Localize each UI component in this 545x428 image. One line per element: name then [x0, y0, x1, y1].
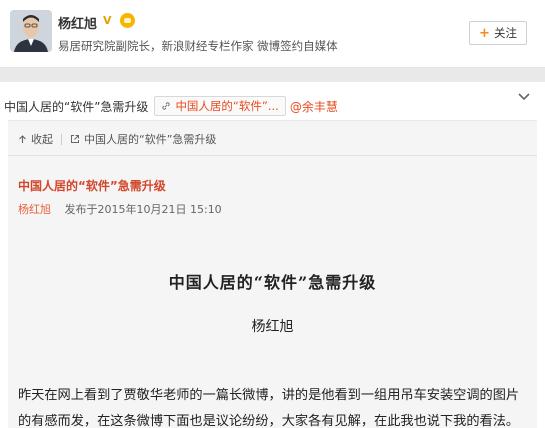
- article-preview: 收起 中国人居的“软件”急需升级 中国人居的“软件”急需升级 杨红旭 发布于20…: [8, 120, 537, 428]
- article-author[interactable]: 杨红旭: [18, 203, 51, 216]
- article-byline: 杨红旭: [251, 319, 294, 335]
- section-separator: [0, 68, 545, 82]
- avatar[interactable]: [10, 10, 52, 52]
- article-title[interactable]: 中国人居的“软件”急需升级: [18, 177, 166, 194]
- profile-name[interactable]: 杨红旭: [58, 13, 97, 32]
- weibo-card: 中国人居的“软件”急需升级 中国人居的“软件”... @余丰慧 收起 中国人居的…: [0, 82, 545, 428]
- article-toolbar: 收起 中国人居的“软件”急需升级: [18, 129, 216, 149]
- follow-button[interactable]: + 关注: [469, 21, 527, 45]
- post-text-line: 中国人居的“软件”急需升级 中国人居的“软件”... @余丰慧: [4, 96, 338, 116]
- toolbar-divider-line: [8, 155, 537, 156]
- profile-header: 杨红旭 V 易居研究院副院长，新浪财经专栏作家 微博签约自媒体 + 关注: [0, 0, 545, 68]
- vip-badge-icon: [120, 13, 135, 28]
- follow-label: 关注: [493, 26, 517, 40]
- chevron-down-icon[interactable]: [517, 88, 531, 102]
- article-meta: 杨红旭 发布于2015年10月21日 15:10: [18, 201, 222, 217]
- plus-icon: +: [479, 25, 490, 41]
- post-text: 中国人居的“软件”急需升级: [4, 99, 149, 114]
- article-published-date: 发布于2015年10月21日 15:10: [64, 203, 222, 216]
- article-heading: 中国人居的“软件”急需升级: [168, 273, 377, 292]
- link-chip-label: 中国人居的“软件”...: [175, 99, 279, 113]
- collapse-button[interactable]: 收起: [31, 131, 53, 147]
- toolbar-divider: [61, 133, 62, 145]
- article-body: 昨天在网上看到了贾敬华老师的一篇长微博，讲的是他看到一组用吊车安装空调的图片的有…: [18, 388, 520, 428]
- collapse-icon: [19, 134, 26, 143]
- profile-description: 易居研究院副院长，新浪财经专栏作家 微博签约自媒体: [58, 39, 338, 53]
- mention-link[interactable]: @余丰慧: [290, 98, 338, 115]
- verified-badge-icon: V: [103, 14, 112, 27]
- link-icon: [162, 102, 171, 110]
- open-article-link[interactable]: 中国人居的“软件”急需升级: [84, 131, 216, 147]
- article-link-chip[interactable]: 中国人居的“软件”...: [154, 96, 286, 116]
- external-link-icon: [71, 135, 79, 143]
